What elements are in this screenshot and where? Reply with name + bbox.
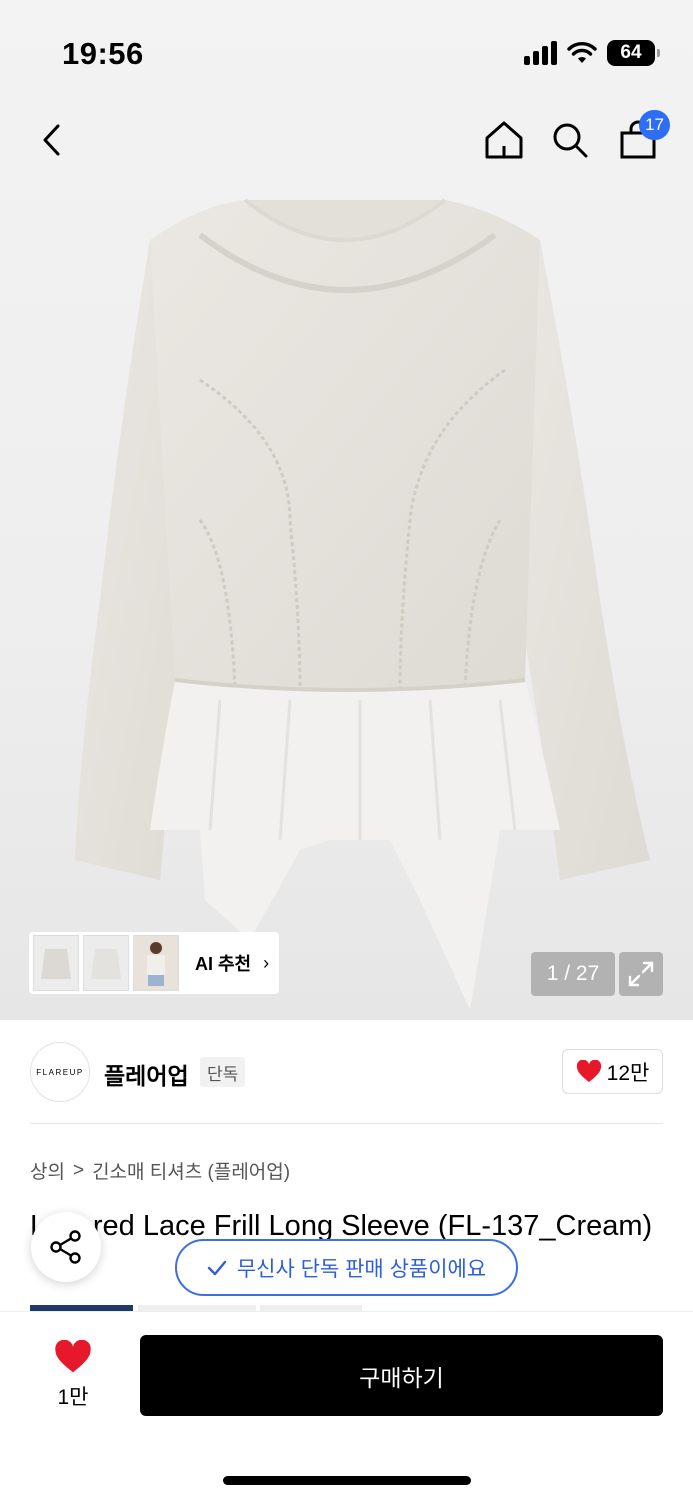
brand-like-count: 12만 bbox=[606, 1061, 650, 1085]
exclusive-badge: 단독 bbox=[200, 1057, 246, 1087]
bottom-action-bar: 1만 구매하기 bbox=[0, 1311, 693, 1500]
brand-like-button[interactable]: 12만 bbox=[562, 1049, 663, 1094]
thumbnail-model-image[interactable] bbox=[133, 935, 179, 991]
thumbnail-image[interactable] bbox=[83, 935, 129, 991]
ai-recommend-label: AI 추천 bbox=[195, 954, 252, 974]
ai-recommend-strip[interactable]: AI 추천 › bbox=[29, 932, 279, 994]
product-image bbox=[75, 198, 650, 1010]
cart-count-badge: 17 bbox=[639, 110, 670, 140]
chevron-right-icon: › bbox=[263, 952, 270, 973]
heart-icon bbox=[576, 1060, 601, 1082]
wifi-icon bbox=[567, 42, 597, 63]
breadcrumb: 상의 > 긴소매 티셔츠 (플레어업) bbox=[30, 1157, 290, 1184]
thumbnail-image[interactable] bbox=[33, 935, 79, 991]
brand-logo[interactable]: FLAREUP bbox=[30, 1042, 90, 1102]
signal-icon bbox=[524, 41, 557, 65]
heart-icon bbox=[55, 1339, 91, 1373]
back-button[interactable] bbox=[24, 112, 80, 168]
status-time: 19:56 bbox=[62, 36, 144, 71]
wishlist-button[interactable]: 1만 bbox=[40, 1339, 106, 1411]
home-button[interactable] bbox=[476, 112, 532, 168]
fullscreen-button[interactable] bbox=[619, 952, 663, 996]
breadcrumb-subcategory[interactable]: 긴소매 티셔츠 (플레어업) bbox=[92, 1157, 290, 1184]
breadcrumb-separator: > bbox=[72, 1159, 85, 1181]
battery-icon: 64 bbox=[607, 40, 660, 66]
home-indicator bbox=[223, 1476, 471, 1485]
page-counter: 1 / 27 bbox=[531, 952, 615, 996]
wishlist-count: 1만 bbox=[57, 1386, 89, 1409]
search-icon bbox=[553, 123, 588, 158]
cart-button[interactable]: 17 bbox=[610, 110, 670, 168]
exclusive-notice-text: 무신사 단독 판매 상품이에요 bbox=[236, 1257, 487, 1281]
divider bbox=[30, 1123, 663, 1124]
status-icons: 64 bbox=[524, 40, 660, 66]
product-gallery[interactable]: 19:56 64 17 AI 추천 › 1 / 27 bbox=[0, 0, 693, 1020]
search-button[interactable] bbox=[542, 112, 598, 168]
check-icon bbox=[207, 1260, 227, 1275]
home-icon bbox=[485, 121, 523, 159]
share-icon bbox=[50, 1230, 81, 1264]
brand-name[interactable]: 플레어업 bbox=[104, 1057, 189, 1091]
expand-icon bbox=[628, 961, 654, 987]
buy-button[interactable]: 구매하기 bbox=[140, 1335, 663, 1416]
breadcrumb-category[interactable]: 상의 bbox=[30, 1157, 65, 1184]
share-button[interactable] bbox=[31, 1212, 101, 1282]
chevron-left-icon bbox=[43, 124, 60, 156]
exclusive-notice: 무신사 단독 판매 상품이에요 bbox=[175, 1239, 518, 1296]
battery-level: 64 bbox=[620, 42, 642, 63]
